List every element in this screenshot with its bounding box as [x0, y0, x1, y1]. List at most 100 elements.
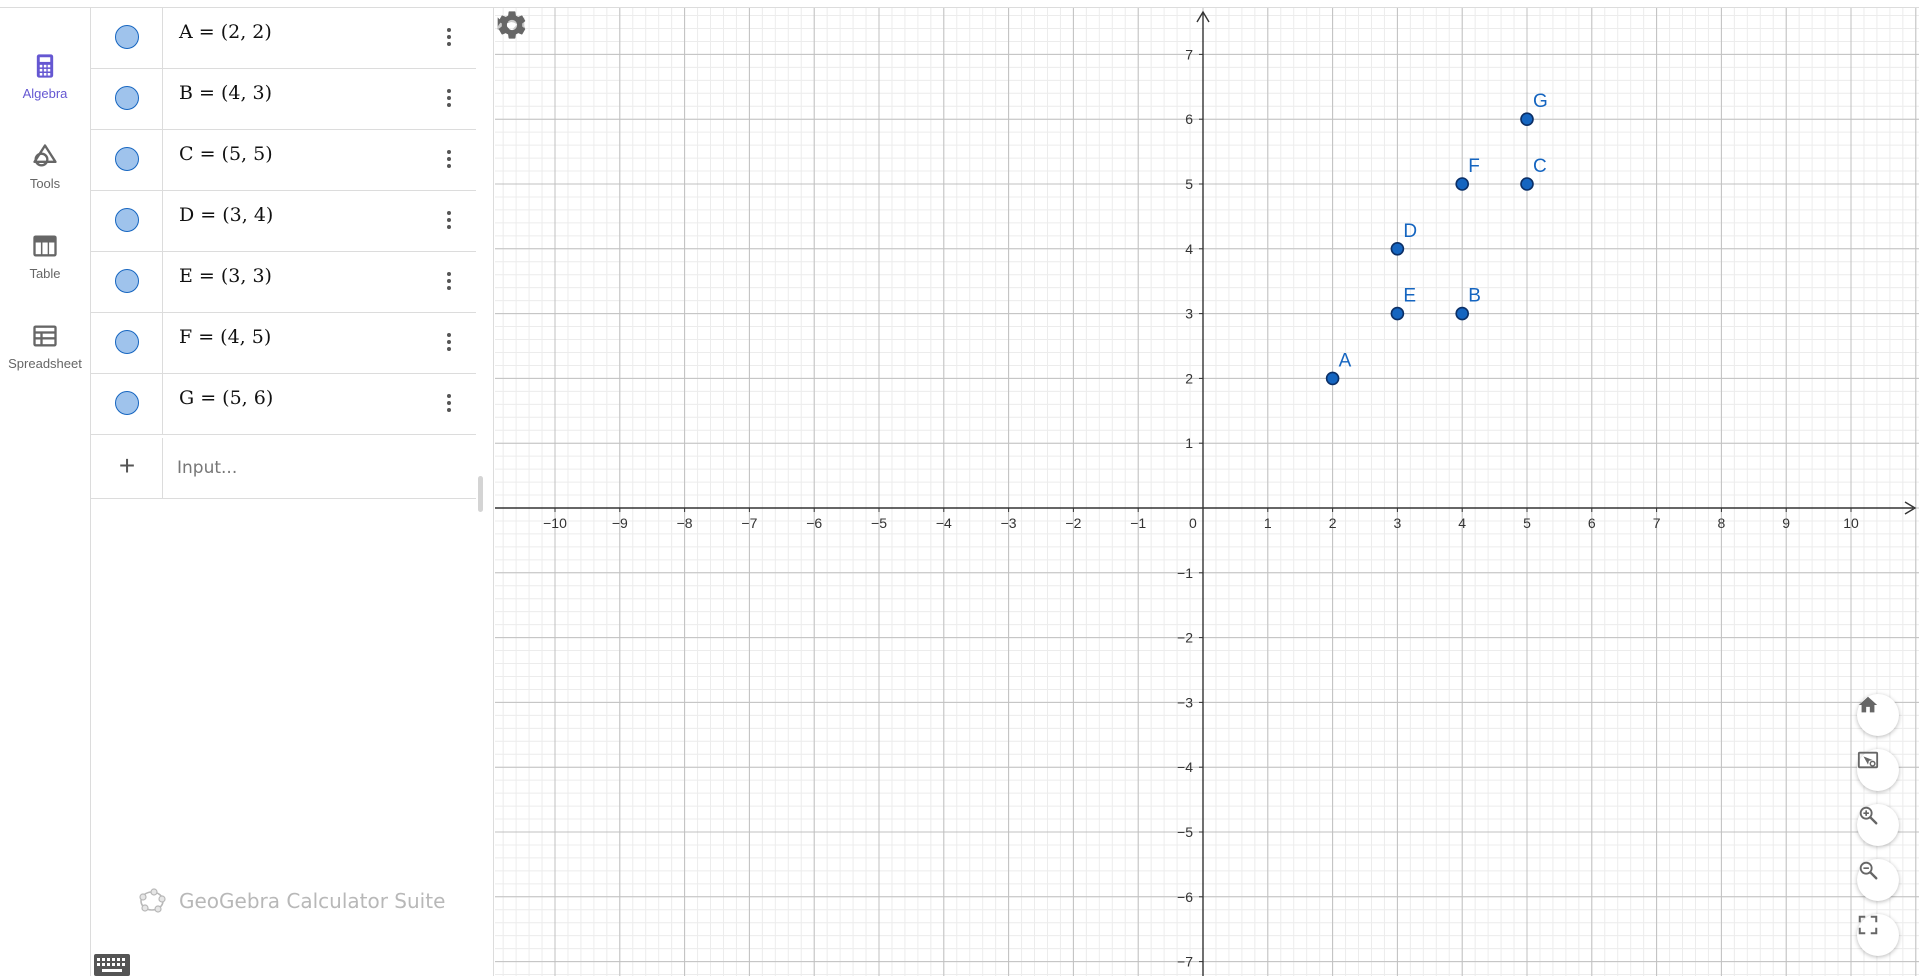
algebra-row-B[interactable]: B = (4, 3): [91, 69, 476, 130]
more-options-icon[interactable]: [436, 22, 462, 52]
visibility-toggle[interactable]: [115, 25, 139, 49]
y-tick-label: −2: [1177, 630, 1193, 646]
visibility-toggle[interactable]: [115, 208, 139, 232]
point-label-E[interactable]: E: [1403, 286, 1416, 307]
point-label-A[interactable]: A: [1339, 350, 1352, 371]
view-objects-button[interactable]: [1857, 749, 1899, 791]
x-tick-label: 4: [1458, 515, 1466, 531]
marble-cell: [91, 313, 163, 373]
table-icon: [33, 235, 57, 257]
nav-label-algebra: Algebra: [22, 86, 68, 101]
shapes-icon: [33, 144, 57, 167]
zoom-in-button[interactable]: [1857, 804, 1899, 846]
algebra-row-C[interactable]: C = (5, 5): [91, 130, 476, 191]
marble-cell: [91, 252, 163, 312]
point-A[interactable]: [1325, 371, 1340, 386]
x-tick-label: 10: [1843, 515, 1859, 531]
visibility-toggle[interactable]: [115, 147, 139, 171]
algebra-definition[interactable]: C = (5, 5): [179, 143, 273, 165]
plus-icon[interactable]: +: [113, 452, 141, 480]
y-tick-label: 4: [1185, 241, 1193, 257]
y-tick-label: −6: [1177, 889, 1193, 905]
algebra-row-A[interactable]: A = (2, 2): [91, 8, 476, 69]
nav-label-tools: Tools: [29, 176, 61, 191]
more-options-icon[interactable]: [436, 83, 462, 113]
x-tick-label: −6: [806, 515, 822, 531]
algebra-definition[interactable]: E = (3, 3): [179, 265, 272, 287]
gear-icon[interactable]: [495, 8, 529, 42]
point-F[interactable]: [1455, 177, 1470, 191]
marble-cell: [91, 191, 163, 251]
y-tick-label: −7: [1177, 954, 1193, 970]
view-objects-icon: [1857, 751, 1879, 769]
point-C[interactable]: [1520, 177, 1534, 191]
algebra-definition[interactable]: G = (5, 6): [179, 387, 273, 409]
spreadsheet-icon: [33, 325, 57, 347]
calculator-icon: [36, 54, 54, 78]
nav-item-spreadsheet[interactable]: Spreadsheet: [0, 322, 90, 402]
more-options-icon[interactable]: [436, 388, 462, 418]
coordinate-grid[interactable]: −10 −9 −8 −7 −6 −5 −4 −3 −2 −1 0 1 2 3 4 5 6 7 8 9 107654321…: [495, 8, 1919, 976]
zoom-out-button[interactable]: [1857, 859, 1899, 901]
point-G[interactable]: [1520, 112, 1534, 126]
fullscreen-button[interactable]: [1857, 914, 1899, 956]
x-tick-label: −9: [612, 515, 628, 531]
x-tick-label: −10: [543, 515, 567, 531]
point-D[interactable]: [1390, 242, 1405, 256]
x-tick-label: −7: [741, 515, 757, 531]
zoom-out-icon: [1859, 861, 1878, 880]
y-tick-label: −4: [1177, 759, 1193, 775]
more-options-icon[interactable]: [436, 144, 462, 174]
x-tick-label: 6: [1588, 515, 1596, 531]
nav-item-tools[interactable]: Tools: [0, 142, 90, 222]
point-label-F[interactable]: F: [1468, 156, 1480, 177]
point-label-D[interactable]: D: [1403, 221, 1417, 242]
point-label-B[interactable]: B: [1468, 286, 1481, 307]
nav-label-spreadsheet: Spreadsheet: [8, 356, 82, 371]
y-tick-label: 3: [1185, 306, 1193, 322]
point-label-C[interactable]: C: [1533, 156, 1547, 177]
major-grid: [495, 8, 1919, 976]
algebra-definition[interactable]: D = (3, 4): [179, 204, 273, 226]
top-border: [0, 0, 1919, 8]
brand-text: GeoGebra Calculator Suite: [179, 889, 446, 913]
more-options-icon[interactable]: [436, 327, 462, 357]
visibility-toggle[interactable]: [115, 330, 139, 354]
point-B[interactable]: [1455, 306, 1470, 321]
home-button[interactable]: [1857, 694, 1899, 736]
y-tick-label: 1: [1185, 435, 1193, 451]
algebra-input-field[interactable]: Input...: [175, 446, 465, 490]
marble-cell: [91, 130, 163, 190]
y-tick-label: 6: [1185, 111, 1193, 127]
more-options-icon[interactable]: [436, 266, 462, 296]
geogebra-app: Algebra Tools Table Spreadsheet A = (2, …: [0, 0, 1919, 976]
x-tick-label: −4: [936, 515, 952, 531]
algebra-input-row: + Input...: [91, 438, 476, 499]
algebra-definition[interactable]: A = (2, 2): [179, 21, 272, 43]
x-tick-label: −1: [1130, 515, 1146, 531]
algebra-definition[interactable]: B = (4, 3): [179, 82, 272, 104]
x-tick-label: 0: [1189, 515, 1197, 531]
algebra-row-D[interactable]: D = (3, 4): [91, 191, 476, 252]
algebra-row-E[interactable]: E = (3, 3): [91, 252, 476, 313]
marble-cell: [91, 8, 163, 68]
panel-resize-handle[interactable]: [478, 476, 483, 512]
more-options-icon[interactable]: [436, 205, 462, 235]
algebra-definition[interactable]: F = (4, 5): [179, 326, 271, 348]
x-tick-label: −2: [1065, 515, 1081, 531]
graphics-view[interactable]: −10 −9 −8 −7 −6 −5 −4 −3 −2 −1 0 1 2 3 4 5 6 7 8 9 10 7 6 5 4 3 2 1…: [495, 8, 1919, 976]
algebra-row-F[interactable]: F = (4, 5): [91, 313, 476, 374]
visibility-toggle[interactable]: [115, 86, 139, 110]
algebra-row-G[interactable]: G = (5, 6): [91, 374, 476, 435]
visibility-toggle[interactable]: [115, 269, 139, 293]
fullscreen-icon: [1858, 915, 1878, 935]
x-tick-label: −5: [871, 515, 887, 531]
point-E[interactable]: [1390, 306, 1405, 321]
visibility-toggle[interactable]: [115, 391, 139, 415]
nav-item-table[interactable]: Table: [0, 232, 90, 312]
keyboard-icon[interactable]: [93, 952, 131, 978]
y-tick-label: −1: [1177, 565, 1193, 581]
nav-item-algebra[interactable]: Algebra: [0, 52, 90, 132]
zoom-in-icon: [1859, 806, 1878, 825]
point-label-G[interactable]: G: [1533, 91, 1548, 112]
